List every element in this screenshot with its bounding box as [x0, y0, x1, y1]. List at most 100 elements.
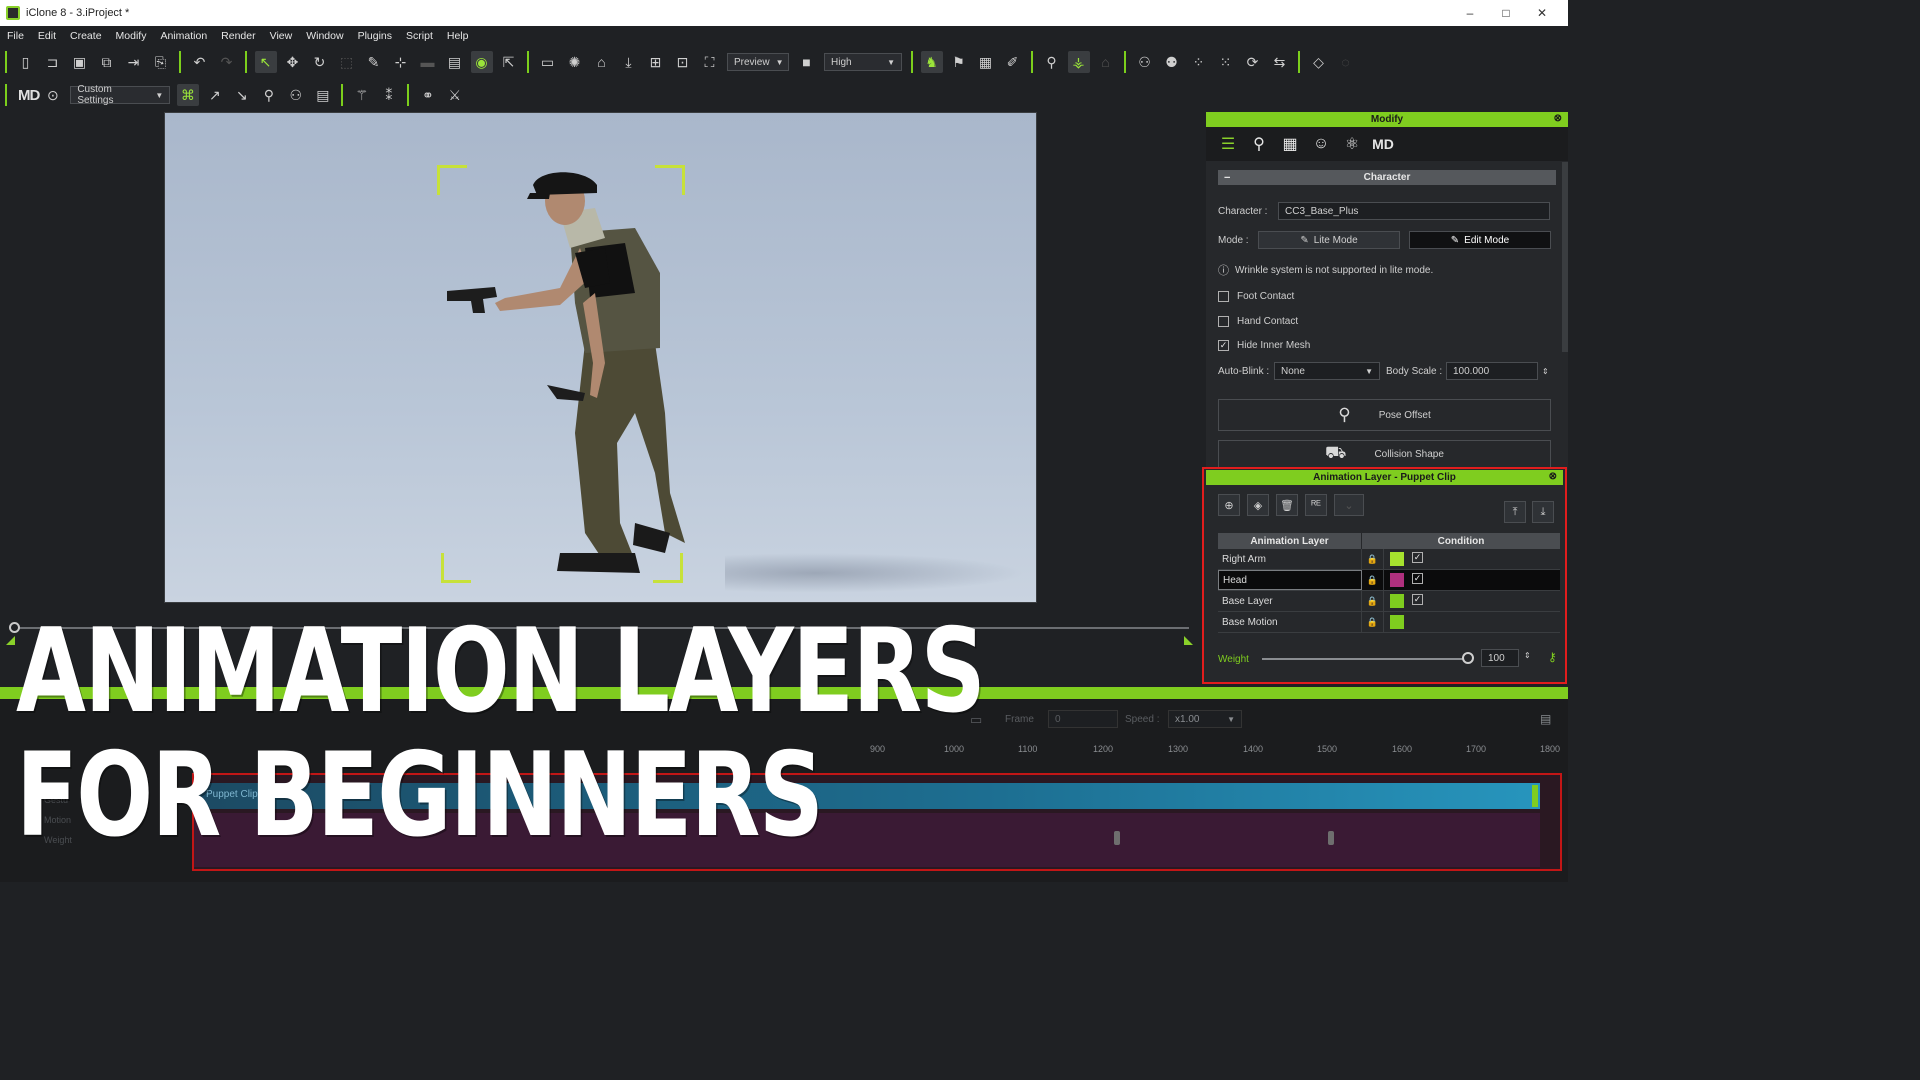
new-file-icon[interactable]: ▯	[15, 51, 37, 73]
lock-icon[interactable]: 🔒	[1362, 591, 1384, 611]
home-icon[interactable]: ⌂	[591, 51, 613, 73]
path-icon[interactable]: ⁘	[1188, 51, 1210, 73]
lock-icon[interactable]: 🔒	[1362, 570, 1384, 590]
move-layer-down-icon[interactable]: ⤓	[1532, 501, 1554, 523]
move-layer-up-icon[interactable]: ⤒	[1504, 501, 1526, 523]
lock-icon[interactable]: 🔒	[1362, 549, 1384, 569]
skeleton-icon[interactable]: ⚚	[351, 84, 373, 106]
close-icon[interactable]: ⊗	[1554, 113, 1562, 124]
layer-row-base-layer[interactable]: Base Layer 🔒 ✓	[1218, 591, 1560, 612]
puppet-icon[interactable]: ⚲	[1041, 51, 1063, 73]
md-tab-icon[interactable]: MD	[1369, 132, 1397, 156]
drop-icon[interactable]: ⤓	[618, 51, 640, 73]
lock-icon[interactable]: 🔒	[1362, 612, 1384, 632]
import-icon[interactable]: ⎘	[150, 51, 172, 73]
render-icon[interactable]: ⧉	[96, 51, 118, 73]
move-icon[interactable]: ✥	[282, 51, 304, 73]
frame-icon[interactable]: ⊡	[672, 51, 694, 73]
video-camera-icon[interactable]: ■	[796, 51, 818, 73]
attach-icon[interactable]: ⇱	[498, 51, 520, 73]
physics-icon[interactable]: ⚛	[1338, 132, 1366, 156]
face-icon[interactable]: ☺	[1307, 132, 1335, 156]
align-icon[interactable]: ▬	[417, 51, 439, 73]
save-icon[interactable]: ▣	[69, 51, 91, 73]
weight-slider-knob[interactable]	[1462, 652, 1474, 664]
export-icon[interactable]: ⇥	[123, 51, 145, 73]
motion-puppet-icon[interactable]: ⚶	[1067, 51, 1090, 73]
viewport-icon[interactable]: ▭	[537, 51, 559, 73]
arm-ik-icon[interactable]: ↗	[204, 84, 226, 106]
layer-row-base-motion[interactable]: Base Motion 🔒	[1218, 612, 1560, 633]
edit-mode-button[interactable]: ✎ Edit Mode	[1409, 231, 1551, 249]
preview-select[interactable]: Preview ▼	[727, 53, 789, 71]
motion-pose-icon[interactable]: ⚲	[1245, 132, 1273, 156]
close-icon[interactable]: ⊗	[1549, 471, 1557, 482]
menu-window[interactable]: Window	[299, 30, 350, 42]
brush-icon[interactable]: ✐	[1002, 51, 1024, 73]
layer-color-swatch[interactable]	[1390, 573, 1404, 587]
weight-slider-track[interactable]	[1262, 658, 1467, 660]
spinner-icon[interactable]: ⇕	[1542, 367, 1549, 376]
pose-x-icon[interactable]: ⚔	[444, 84, 466, 106]
scale-icon[interactable]: ⬚	[336, 51, 358, 73]
array-icon[interactable]: ⁙	[1215, 51, 1237, 73]
hand-contact-row[interactable]: Hand Contact	[1218, 316, 1298, 327]
play-circle-icon[interactable]: ⊙	[42, 84, 64, 106]
close-button[interactable]: ✕	[1524, 0, 1560, 26]
speed-select[interactable]: x1.00 ▼	[1168, 710, 1242, 728]
layer-color-swatch[interactable]	[1390, 615, 1404, 629]
checker-icon[interactable]: ▦	[1276, 132, 1304, 156]
library-icon[interactable]: ▤	[444, 51, 466, 73]
body-scale-field[interactable]: 100.000	[1446, 362, 1538, 380]
loop-icon[interactable]: ⟳	[1242, 51, 1264, 73]
open-folder-icon[interactable]: ⊐	[42, 51, 64, 73]
3d-viewport[interactable]	[164, 112, 1037, 603]
quality-select[interactable]: High ▼	[824, 53, 902, 71]
character-figure[interactable]	[165, 113, 1037, 603]
custom-settings-select[interactable]: Custom Settings ▼	[70, 84, 171, 106]
pick-icon[interactable]: ✎	[363, 51, 385, 73]
frame-field[interactable]: 0	[1048, 710, 1118, 728]
layer-enable-checkbox[interactable]: ✓	[1412, 573, 1423, 584]
foot-contact-checkbox[interactable]	[1218, 291, 1229, 302]
auto-blink-select[interactable]: None ▼	[1274, 362, 1380, 380]
eye-icon[interactable]: ◉	[470, 51, 493, 73]
layers-icon[interactable]: ◈	[1247, 494, 1269, 516]
character-icon[interactable]: ♞	[920, 51, 943, 73]
weight-value-field[interactable]: 100	[1481, 649, 1519, 667]
layer-color-swatch[interactable]	[1390, 594, 1404, 608]
clipboard-icon[interactable]: ▦	[975, 51, 997, 73]
leg-ik-icon[interactable]: ↘	[231, 84, 253, 106]
pose-offset-button[interactable]: ⚲ Pose Offset	[1218, 399, 1551, 431]
rotate-icon[interactable]: ↻	[309, 51, 331, 73]
menu-render[interactable]: Render	[214, 30, 262, 42]
menu-edit[interactable]: Edit	[31, 30, 63, 42]
crowd-icon[interactable]: ⚇	[1134, 51, 1156, 73]
grid-icon[interactable]: ⊞	[645, 51, 667, 73]
light-icon[interactable]: ✺	[564, 51, 586, 73]
gamepad-icon[interactable]: ⌘	[176, 84, 199, 106]
swap-icon[interactable]: ⇆	[1269, 51, 1291, 73]
character-name-field[interactable]: CC3_Base_Plus	[1278, 202, 1550, 220]
layer-row-right-arm[interactable]: Right Arm 🔒 ✓	[1218, 549, 1560, 570]
select-arrow-icon[interactable]: ↖	[254, 51, 277, 73]
add-layer-icon[interactable]: ⊕	[1218, 494, 1240, 516]
layer-color-swatch[interactable]	[1390, 552, 1404, 566]
menu-view[interactable]: View	[263, 30, 300, 42]
md-logo-icon[interactable]: MD	[18, 87, 40, 104]
hide-inner-mesh-row[interactable]: ✓ Hide Inner Mesh	[1218, 340, 1310, 351]
hide-inner-mesh-checkbox[interactable]: ✓	[1218, 340, 1229, 351]
keyframe-marker[interactable]	[1328, 831, 1334, 845]
flag-icon[interactable]: ⚑	[948, 51, 970, 73]
camera-fit-icon[interactable]: ⛶	[699, 51, 721, 73]
lite-mode-button[interactable]: ✎ Lite Mode	[1258, 231, 1400, 249]
disabled-icon[interactable]: ◌	[1335, 51, 1357, 73]
diamond-icon[interactable]: ◇	[1308, 51, 1330, 73]
layer-options-icon[interactable]: ⌄	[1334, 494, 1364, 516]
range-start-marker[interactable]	[6, 636, 15, 645]
lock-icon[interactable]: ⌂	[1095, 51, 1117, 73]
hand-contact-checkbox[interactable]	[1218, 316, 1229, 327]
menu-script[interactable]: Script	[399, 30, 440, 42]
key-icon[interactable]: ⚷	[1548, 650, 1557, 664]
redo-icon[interactable]: ↷	[216, 51, 238, 73]
